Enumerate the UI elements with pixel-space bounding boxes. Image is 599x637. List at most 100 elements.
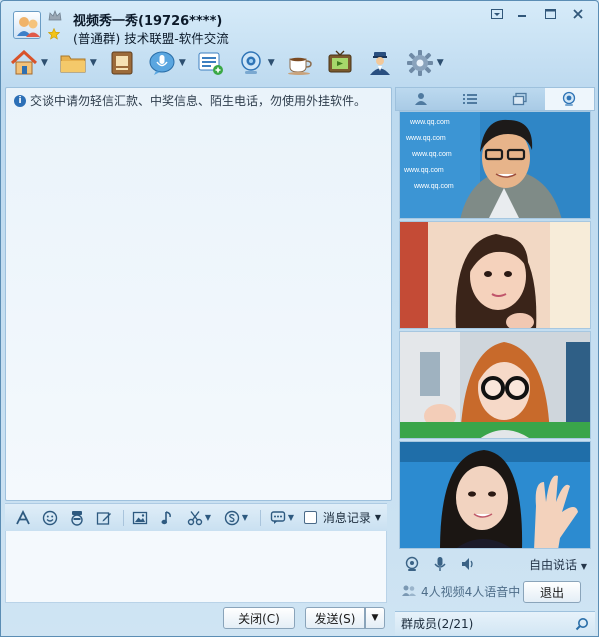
scissors-icon (187, 510, 203, 525)
maximize-button[interactable] (536, 5, 564, 23)
screenshot-button[interactable]: ▼ (182, 507, 216, 529)
chevron-down-icon: ▼ (374, 513, 381, 522)
camera-toggle[interactable] (401, 553, 423, 575)
settings-gear-icon (406, 50, 433, 76)
smiley-icon (42, 510, 58, 525)
group-name: 视频秀一秀(19726****) (73, 14, 223, 29)
chevron-down-icon: ▼ (287, 513, 295, 522)
close-icon (573, 9, 583, 19)
coffee-icon (287, 57, 312, 75)
edit-pencil-icon (96, 511, 111, 525)
emoji-button[interactable] (38, 507, 62, 529)
magic-face-icon (71, 510, 83, 526)
user-icon (414, 93, 427, 105)
watermark-text: www.qq.com (403, 167, 444, 174)
tab-windows[interactable] (495, 88, 545, 110)
list-icon (463, 94, 478, 104)
message-input[interactable] (5, 531, 387, 603)
chevron-down-icon: ▼ (371, 613, 379, 623)
tab-list[interactable] (446, 88, 496, 110)
toolbar-settings-button[interactable]: ▼ (405, 48, 444, 78)
magic-face-button[interactable] (65, 507, 89, 529)
send-options-button[interactable]: ▼ (365, 607, 385, 629)
speak-mode-dropdown[interactable]: 自由说话 ▼ (529, 556, 587, 573)
tab-video[interactable] (544, 88, 594, 110)
message-history-button[interactable]: 消息记录 ▼ (303, 509, 381, 526)
close-button[interactable] (564, 5, 592, 23)
main-toolbar: ▼ ▼ ▼ ▼ ▼ (9, 45, 454, 81)
toolbar-announcement-button[interactable] (196, 48, 226, 78)
chevron-down-icon: ▼ (204, 513, 212, 522)
speak-mode-label: 自由说话 (529, 557, 578, 572)
toolbar-divider (123, 509, 124, 526)
right-panel-tabs (395, 87, 595, 111)
music-button[interactable] (155, 507, 179, 529)
format-toolbar: ▼ ▼ ▼ 消息记录 ▼ (5, 503, 387, 531)
webcam-icon (241, 51, 261, 74)
toolbar-coffee-button[interactable] (285, 48, 315, 78)
watermark-text: www.qq.com (411, 151, 452, 158)
speaker-toggle[interactable] (457, 553, 479, 575)
toolbar-folder-button[interactable]: ▼ (58, 48, 97, 78)
close-chat-button[interactable]: 关闭(C) (223, 607, 295, 629)
toolbar-divider (260, 509, 261, 526)
chat-mode-button[interactable]: ▼ (265, 507, 299, 529)
maximize-icon (544, 9, 556, 19)
message-area[interactable]: i 交谈中请勿轻信汇款、中奖信息、陌生电话，勿使用外挂软件。 (5, 87, 392, 501)
message-history-label: 消息记录 (322, 511, 371, 525)
video-feed-image (400, 222, 590, 328)
minimize-icon (518, 15, 526, 17)
video-feed-2[interactable] (399, 221, 591, 329)
video-feed-3[interactable] (399, 331, 591, 439)
safety-notice-text: 交谈中请勿轻信汇款、中奖信息、陌生电话，勿使用外挂软件。 (30, 94, 367, 108)
send-button[interactable]: 发送(S) (305, 607, 365, 629)
video-feed-image: www.qq.com www.qq.com www.qq.com www.qq.… (400, 112, 590, 218)
watermark-text: www.qq.com (409, 119, 450, 126)
album-icon (111, 51, 133, 75)
video-status-text: 4人视频4人语音中 (421, 584, 521, 599)
bubble-s-icon (224, 510, 240, 525)
toolbar-home-button[interactable]: ▼ (9, 48, 48, 78)
send-image-button[interactable] (128, 507, 152, 529)
watermark-text: www.qq.com (405, 135, 446, 142)
font-button[interactable] (11, 507, 35, 529)
video-feed-4[interactable] (399, 441, 591, 549)
bubble-button[interactable]: ▼ (219, 507, 253, 529)
toolbar-admin-button[interactable] (365, 48, 395, 78)
window-icon (512, 92, 527, 106)
toolbar-tv-button[interactable] (325, 48, 355, 78)
search-icon[interactable] (575, 617, 589, 631)
right-panel: www.qq.com www.qq.com www.qq.com www.qq.… (395, 87, 595, 635)
doodle-button[interactable] (92, 507, 116, 529)
announcement-icon (198, 52, 223, 75)
chevron-down-icon[interactable]: ▼ (41, 58, 48, 68)
member-count: 群成员(2/21) (401, 617, 474, 631)
exit-video-button[interactable]: 退出 (523, 581, 581, 603)
chevron-down-icon[interactable]: ▼ (268, 58, 275, 68)
font-icon (16, 509, 30, 524)
toolbar-album-button[interactable] (107, 48, 137, 78)
video-feed-1[interactable]: www.qq.com www.qq.com www.qq.com www.qq.… (399, 111, 591, 219)
toolbar-voice-button[interactable]: ▼ (147, 48, 186, 78)
voice-icon (149, 51, 175, 75)
safety-notice: i 交谈中请勿轻信汇款、中奖信息、陌生电话，勿使用外挂软件。 (14, 92, 366, 109)
chevron-down-icon[interactable]: ▼ (90, 58, 97, 68)
microphone-toggle[interactable] (429, 553, 451, 575)
tv-icon (328, 50, 352, 73)
skin-icon (491, 9, 503, 19)
minimize-button[interactable] (508, 5, 536, 23)
video-feed-image (400, 442, 590, 548)
info-icon: i (14, 94, 26, 107)
chevron-down-icon[interactable]: ▼ (437, 58, 444, 68)
image-icon (132, 511, 148, 524)
group-avatar[interactable] (13, 11, 41, 39)
chevron-down-icon: ▼ (241, 513, 249, 522)
webcam-icon (563, 91, 576, 106)
video-controls: 自由说话 ▼ (395, 551, 595, 577)
bottom-bar: 关闭(C) 发送(S) ▼ (1, 603, 393, 636)
member-list-header[interactable]: 群成员(2/21) (395, 611, 595, 635)
chevron-down-icon[interactable]: ▼ (179, 58, 186, 68)
toolbar-webcam-button[interactable]: ▼ (236, 48, 275, 78)
skin-button[interactable] (486, 5, 508, 23)
tab-members[interactable] (396, 88, 446, 110)
